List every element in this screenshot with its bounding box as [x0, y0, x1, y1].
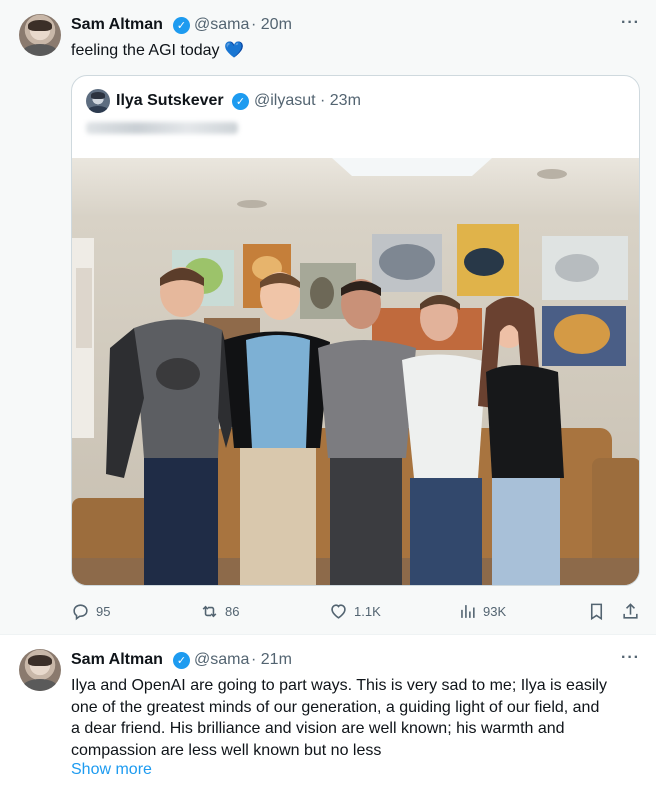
author-handle[interactable]: @sama — [194, 651, 249, 669]
tweet-text: feeling the AGI today 💙 — [71, 42, 244, 59]
author-handle[interactable]: @sama — [194, 16, 249, 34]
share-icon — [623, 602, 638, 619]
quoted-author-name[interactable]: Ilya Sutskever — [116, 92, 224, 110]
show-more-link[interactable]: Show more — [71, 761, 152, 779]
tweet-sama-feeling-agi[interactable]: Sam Altman ✓ @sama · 20m ··· feeling the… — [0, 0, 656, 634]
views-icon — [461, 604, 475, 618]
bookmark-button[interactable] — [587, 596, 612, 626]
reply-count: 95 — [96, 603, 111, 619]
blurred-quote-text — [86, 122, 238, 134]
more-icon[interactable]: ··· — [621, 649, 640, 667]
tweet-time[interactable]: · 21m — [251, 651, 292, 669]
reply-icon — [73, 603, 88, 620]
avatar-sam-altman[interactable] — [19, 14, 61, 56]
tweet-sama-ilya-leaving[interactable]: Sam Altman ✓ @sama · 21m ··· Ilya and Op… — [0, 634, 656, 795]
author-name[interactable]: Sam Altman — [71, 651, 163, 669]
like-button[interactable]: 1.1K — [329, 596, 381, 626]
avatar-sam-altman[interactable] — [19, 649, 61, 691]
repost-button[interactable]: 86 — [200, 596, 239, 626]
verified-badge-icon: ✓ — [173, 17, 190, 34]
repost-count: 86 — [225, 603, 240, 619]
author-name[interactable]: Sam Altman — [71, 16, 163, 34]
tweet-text-line: Ilya and OpenAI are going to part ways. … — [71, 677, 607, 694]
share-button[interactable] — [621, 596, 646, 626]
reply-button[interactable]: 95 — [71, 596, 110, 626]
tweet-text-line: a dear friend. His brilliance and vision… — [71, 720, 565, 737]
group-photo[interactable] — [72, 158, 640, 586]
more-icon[interactable]: ··· — [621, 14, 640, 32]
tweet-text-line: one of the greatest minds of our generat… — [71, 698, 600, 716]
tweet-time[interactable]: · 20m — [251, 16, 292, 34]
views-button[interactable]: 93K — [458, 596, 506, 626]
avatar-ilya-sutskever[interactable] — [86, 89, 110, 113]
repost-icon — [202, 605, 217, 617]
views-count: 93K — [483, 603, 507, 619]
tweet-text-line: compassion are less well known but no le… — [71, 741, 382, 759]
quoted-author-handle[interactable]: @ilyasut — [254, 92, 316, 110]
quoted-tweet[interactable]: Ilya Sutskever ✓ @ilyasut · 23m — [71, 75, 640, 586]
verified-badge-icon: ✓ — [232, 93, 249, 110]
tweet-actions: 95 86 1.1K 93K — [0, 596, 656, 626]
bookmark-icon — [590, 603, 603, 620]
quoted-tweet-time[interactable]: · 23m — [320, 92, 361, 110]
like-count: 1.1K — [354, 603, 381, 619]
verified-badge-icon: ✓ — [173, 652, 190, 669]
tweet-text: Ilya and OpenAI are going to part ways. … — [71, 675, 651, 761]
like-icon — [331, 603, 346, 619]
